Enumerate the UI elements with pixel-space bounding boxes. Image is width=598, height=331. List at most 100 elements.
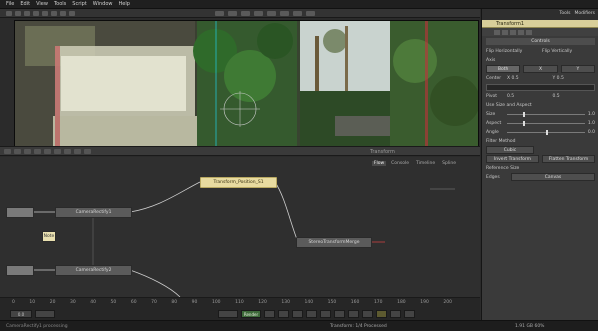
use-size-row: Use Size and Aspect: [486, 101, 595, 109]
angle-slider[interactable]: [507, 129, 585, 135]
tick-label: 90: [191, 300, 198, 305]
go-end-button[interactable]: [348, 310, 359, 318]
axis-x-button[interactable]: X: [523, 65, 558, 73]
save-icon[interactable]: [24, 10, 30, 16]
viewer-fit-button[interactable]: [14, 148, 21, 154]
flow-node-transform-selected[interactable]: Transform_Position_S1: [200, 177, 277, 188]
filter-method-dropdown[interactable]: Cubic: [486, 146, 534, 154]
viewer-guides-button[interactable]: [64, 148, 71, 154]
axis-both-button[interactable]: Both: [486, 65, 521, 73]
start-field[interactable]: [35, 310, 55, 318]
menu-tools[interactable]: Tools: [54, 1, 66, 7]
flip-horizontal-checkbox[interactable]: Flip Horizontally: [486, 49, 539, 54]
angle-value[interactable]: 0.0: [588, 130, 595, 135]
cut-icon[interactable]: [51, 10, 57, 16]
hiq-button[interactable]: [376, 310, 387, 318]
flow-editor[interactable]: Flow Console Timeline Spline CameraRecti…: [0, 157, 480, 297]
controls-section-header[interactable]: Controls: [486, 38, 595, 45]
tool-background-icon[interactable]: [215, 11, 224, 16]
flip-vertical-checkbox[interactable]: Flip Vertically: [542, 49, 595, 54]
menu-script[interactable]: Script: [72, 1, 87, 7]
flow-node-stereo-merge[interactable]: StereoTransformMerge: [296, 237, 372, 248]
size-slider[interactable]: [507, 111, 585, 117]
flow-node-input-1[interactable]: [6, 207, 34, 218]
size-value[interactable]: 1.0: [588, 112, 595, 117]
pin-icon[interactable]: [494, 29, 500, 35]
viewer-roi-button[interactable]: [24, 148, 31, 154]
center-y-value[interactable]: Y 0.5: [553, 76, 596, 81]
step-forward-button[interactable]: [334, 310, 345, 318]
tool-merge-icon[interactable]: [241, 11, 250, 16]
tick-label: 80: [171, 300, 178, 305]
flow-node-note[interactable]: Note: [42, 231, 56, 242]
open-icon[interactable]: [15, 10, 21, 16]
viewer-channel-button[interactable]: [54, 148, 61, 154]
aspect-slider[interactable]: [507, 120, 585, 126]
render-button[interactable]: Render: [241, 310, 261, 318]
tool-blur-icon[interactable]: [254, 11, 263, 16]
center-x-value[interactable]: X 0.5: [507, 76, 550, 81]
paste-icon[interactable]: [69, 10, 75, 16]
menu-file[interactable]: File: [6, 1, 14, 7]
tool-color-icon[interactable]: [293, 11, 302, 16]
pivot-x-value[interactable]: 0.5: [507, 94, 550, 99]
viewer-stereo-button[interactable]: [44, 148, 51, 154]
inspector-tabs: Tools Modifiers: [482, 9, 598, 20]
menu-edit[interactable]: Edit: [20, 1, 30, 7]
undo-icon[interactable]: [33, 10, 39, 16]
reset-icon[interactable]: [510, 29, 516, 35]
reference-size-row: Reference Size: [486, 164, 595, 172]
use-size-checkbox[interactable]: Use Size and Aspect: [486, 103, 532, 108]
filter-label-row: Filter Method: [486, 137, 595, 145]
invert-transform-button[interactable]: Invert Transform: [486, 155, 539, 163]
settings-icon[interactable]: [526, 29, 532, 35]
viewer-zoom-button[interactable]: [4, 148, 11, 154]
menu-view[interactable]: View: [36, 1, 48, 7]
mb-button[interactable]: [390, 310, 401, 318]
loop-button[interactable]: [362, 310, 373, 318]
flow-node-input-2[interactable]: [6, 265, 34, 276]
inspector-node-title[interactable]: Transform1: [482, 20, 598, 28]
status-bar: CameraRectify1 processing Transform: 1/4…: [0, 320, 598, 331]
center-field[interactable]: [486, 83, 595, 91]
pivot-y-value[interactable]: 0.5: [553, 94, 596, 99]
tab-modifiers[interactable]: Modifiers: [574, 11, 595, 18]
flow-node-camera-rectify-1[interactable]: CameraRectify1: [55, 207, 132, 218]
tool-transform-icon[interactable]: [267, 11, 276, 16]
viewer-label: Transform: [370, 149, 395, 155]
flatten-transform-button[interactable]: Flatten Transform: [542, 155, 595, 163]
lock-icon[interactable]: [502, 29, 508, 35]
viewer-lut-button[interactable]: [34, 148, 41, 154]
edges-dropdown[interactable]: Canvas: [511, 173, 595, 181]
new-icon[interactable]: [6, 10, 12, 16]
play-button[interactable]: [320, 310, 331, 318]
tab-tools[interactable]: Tools: [559, 11, 570, 18]
axis-y-button[interactable]: Y: [560, 65, 595, 73]
frame-field[interactable]: 0.0: [10, 310, 32, 318]
axis-label: Axis: [486, 57, 496, 63]
flow-node-camera-rectify-2[interactable]: CameraRectify2: [55, 265, 132, 276]
menu-help[interactable]: Help: [119, 1, 130, 7]
tool-loader-icon[interactable]: [228, 11, 237, 16]
play-reverse-button[interactable]: [292, 310, 303, 318]
view-icon[interactable]: [518, 29, 524, 35]
reference-size-checkbox[interactable]: Reference Size: [486, 166, 519, 171]
stop-button[interactable]: [306, 310, 317, 318]
tool-mask-icon[interactable]: [280, 11, 289, 16]
aspect-value[interactable]: 1.0: [588, 121, 595, 126]
redo-icon[interactable]: [42, 10, 48, 16]
tick-label: 40: [90, 300, 96, 305]
tick-label: 50: [110, 300, 117, 305]
prx-button[interactable]: [404, 310, 415, 318]
step-back-button[interactable]: [278, 310, 289, 318]
image-viewer[interactable]: [14, 20, 479, 147]
viewer-3d-button[interactable]: [74, 148, 81, 154]
end-field[interactable]: [218, 310, 238, 318]
axis-buttons-row: Both X Y: [486, 65, 595, 73]
tool-saver-icon[interactable]: [306, 11, 315, 16]
time-ruler[interactable]: 0 10 20 30 40 50 60 70 80 90 100 110 120…: [0, 297, 480, 320]
go-start-button[interactable]: [264, 310, 275, 318]
copy-icon[interactable]: [60, 10, 66, 16]
viewer-subview-button[interactable]: [84, 148, 91, 154]
menu-window[interactable]: Window: [93, 1, 113, 7]
